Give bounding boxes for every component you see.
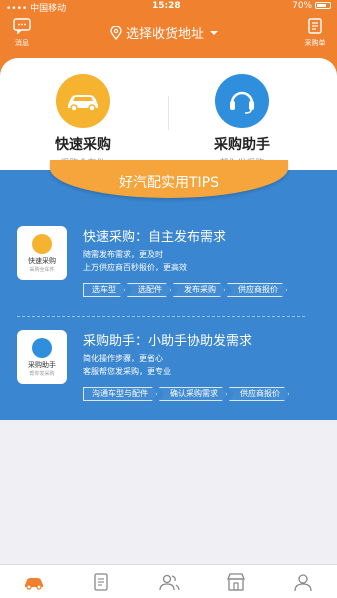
quick-purchase-badge	[56, 74, 110, 128]
status-bar: •••• 中国移动 15:28 70%	[0, 0, 337, 14]
headset-icon	[230, 91, 254, 114]
dashed-divider	[17, 316, 305, 317]
chevron-down-icon	[210, 30, 219, 35]
battery-percent: 70%	[292, 1, 313, 11]
bottom-tab-bar	[0, 564, 337, 598]
tab-profile[interactable]	[270, 565, 337, 598]
message-icon	[13, 18, 31, 35]
thumbnail-subtitle: 帮你发采购	[29, 371, 55, 377]
contacts-icon	[158, 574, 180, 590]
battery-status: 70%	[292, 1, 331, 11]
step-label: 供应商报价	[229, 387, 289, 401]
tab-store[interactable]	[202, 565, 269, 598]
tip-line: 简化操作步骤，更省心	[83, 354, 163, 363]
tab-orders[interactable]	[67, 565, 134, 598]
tab-home[interactable]	[0, 565, 67, 598]
step-label: 选车型	[83, 283, 125, 297]
step-label: 发布采购	[173, 283, 225, 297]
carrier-label: •••• 中国移动	[6, 4, 67, 14]
address-selector[interactable]: 选择收货地址	[110, 23, 219, 42]
location-pin-icon	[110, 25, 122, 40]
step-label: 确认采购需求	[159, 387, 227, 401]
quick-purchase-thumbnail: 快速采购 采购全车件	[17, 226, 67, 280]
thumbnail-title: 采购助手	[28, 361, 56, 369]
step-label: 供应商报价	[227, 283, 287, 297]
tip-line: 随需发布需求，更及时	[83, 250, 163, 259]
purchase-assistant-thumbnail: 采购助手 帮你发采购	[17, 330, 67, 384]
step-label: 沟通车型与配件	[83, 387, 157, 401]
tip-line: 上万供应商百秒报价，更高效	[83, 263, 187, 272]
car-icon	[32, 234, 52, 254]
divider	[168, 96, 169, 130]
purchase-assistant-title: 采购助手	[214, 137, 270, 153]
tip-heading: 采购助手：小助手协助发需求	[83, 334, 253, 349]
order-list-icon	[308, 18, 322, 34]
thumbnail-title: 快速采购	[28, 257, 56, 265]
step-flow: 沟通车型与配件 确认采购需求 供应商报价	[83, 387, 291, 401]
tip-line: 客服帮您发采购，更专业	[83, 367, 171, 376]
step-flow: 选车型 选配件 发布采购 供应商报价	[83, 283, 289, 297]
user-icon	[294, 573, 312, 591]
car-icon	[24, 577, 43, 590]
step-label: 选配件	[127, 283, 171, 297]
headset-icon	[32, 338, 52, 358]
battery-icon	[315, 2, 331, 9]
purchase-assistant-option[interactable]: 采购助手 帮你发采购	[187, 74, 297, 169]
message-button[interactable]: 消息	[7, 18, 37, 48]
tab-contacts[interactable]	[135, 565, 202, 598]
thumbnail-subtitle: 采购全车件	[29, 267, 55, 273]
purchase-order-label: 采购单	[304, 39, 326, 47]
quick-purchase-option[interactable]: 快速采购 采购全车件	[28, 74, 138, 169]
car-icon	[68, 95, 98, 112]
tip-heading: 快速采购：自主发布需求	[83, 230, 227, 245]
message-label: 消息	[15, 39, 29, 47]
address-label: 选择收货地址	[126, 27, 205, 42]
clipboard-icon	[94, 572, 108, 591]
store-icon	[226, 572, 245, 591]
quick-purchase-title: 快速采购	[55, 137, 111, 153]
purchase-assistant-badge	[215, 74, 269, 128]
purchase-order-button[interactable]: 采购单	[300, 18, 330, 48]
clock: 15:28	[152, 1, 181, 11]
